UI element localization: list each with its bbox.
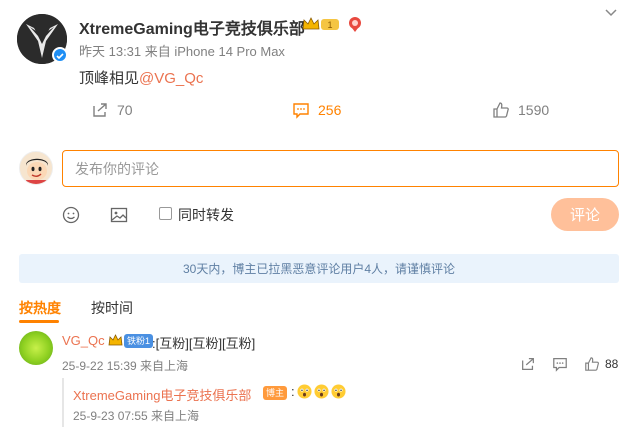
member-crown-icon — [108, 333, 123, 348]
moderation-notice: 30天内，博主已拉黑恶意评论用户4人，请谨慎评论 — [19, 254, 619, 283]
author-name[interactable]: XtremeGaming电子竞技俱乐部 — [79, 15, 305, 39]
repost-count: 70 — [117, 102, 133, 118]
post-meta: 昨天 13:31 来自 iPhone 14 Pro Max — [79, 44, 285, 59]
badge-level: 1 — [327, 20, 332, 30]
post-text-prefix: 顶峰相见 — [79, 70, 140, 87]
active-tab-indicator — [19, 320, 59, 323]
verified-icon — [52, 47, 68, 63]
reply-divider — [62, 378, 64, 427]
mention-link[interactable]: @VG_Qc — [139, 70, 203, 87]
surprised-emoji-icon — [331, 384, 346, 399]
like-button[interactable]: 1590 — [492, 100, 549, 120]
member-crown-icon[interactable]: 1 — [301, 15, 341, 33]
fan-level-badge: 铁粉1 — [124, 334, 154, 348]
submit-comment-button[interactable]: 评论 — [551, 198, 619, 231]
comment-like-button[interactable]: 88 — [584, 356, 618, 372]
comment-input[interactable] — [62, 150, 619, 187]
current-user-avatar — [19, 151, 53, 185]
reply-username[interactable]: XtremeGaming电子竞技俱乐部 — [73, 385, 251, 404]
repost-checkbox-label[interactable]: 同时转发 — [178, 205, 234, 225]
surprised-emoji-icon — [314, 384, 329, 399]
post-text: 顶峰相见@VG_Qc — [79, 67, 203, 88]
image-icon[interactable] — [110, 206, 128, 224]
comment-reply-icon[interactable] — [552, 356, 568, 377]
comment-text: :[互粉][互粉][互粉] — [152, 336, 256, 351]
emoji-icon[interactable] — [62, 206, 80, 224]
repost-button[interactable]: 70 — [91, 100, 133, 120]
comment-username[interactable]: VG_Qc — [62, 333, 105, 348]
comment-icon — [293, 103, 309, 119]
comment-button[interactable]: 256 — [292, 100, 341, 120]
like-icon — [585, 357, 599, 371]
reply-meta: 25-9-23 07:55 来自上海 — [73, 409, 200, 423]
repost-icon — [93, 103, 107, 117]
tab-sort-hot[interactable]: 按热度 — [19, 298, 61, 318]
comment-repost-icon[interactable] — [520, 356, 536, 377]
tab-sort-time[interactable]: 按时间 — [91, 298, 133, 318]
author-badge: 博主 — [263, 386, 288, 400]
like-count: 1590 — [518, 102, 550, 118]
comment-meta: 25-9-22 15:39 来自上海 — [62, 359, 189, 373]
comment-count: 256 — [318, 102, 342, 118]
reply-text: : — [291, 384, 346, 399]
repost-checkbox[interactable] — [159, 207, 172, 220]
like-icon — [493, 102, 509, 118]
comment-avatar[interactable] — [19, 331, 53, 365]
chevron-down-icon[interactable] — [603, 6, 619, 20]
surprised-emoji-icon — [297, 384, 312, 399]
super-topic-icon[interactable] — [348, 16, 362, 33]
comment-like-count: 88 — [605, 357, 619, 371]
